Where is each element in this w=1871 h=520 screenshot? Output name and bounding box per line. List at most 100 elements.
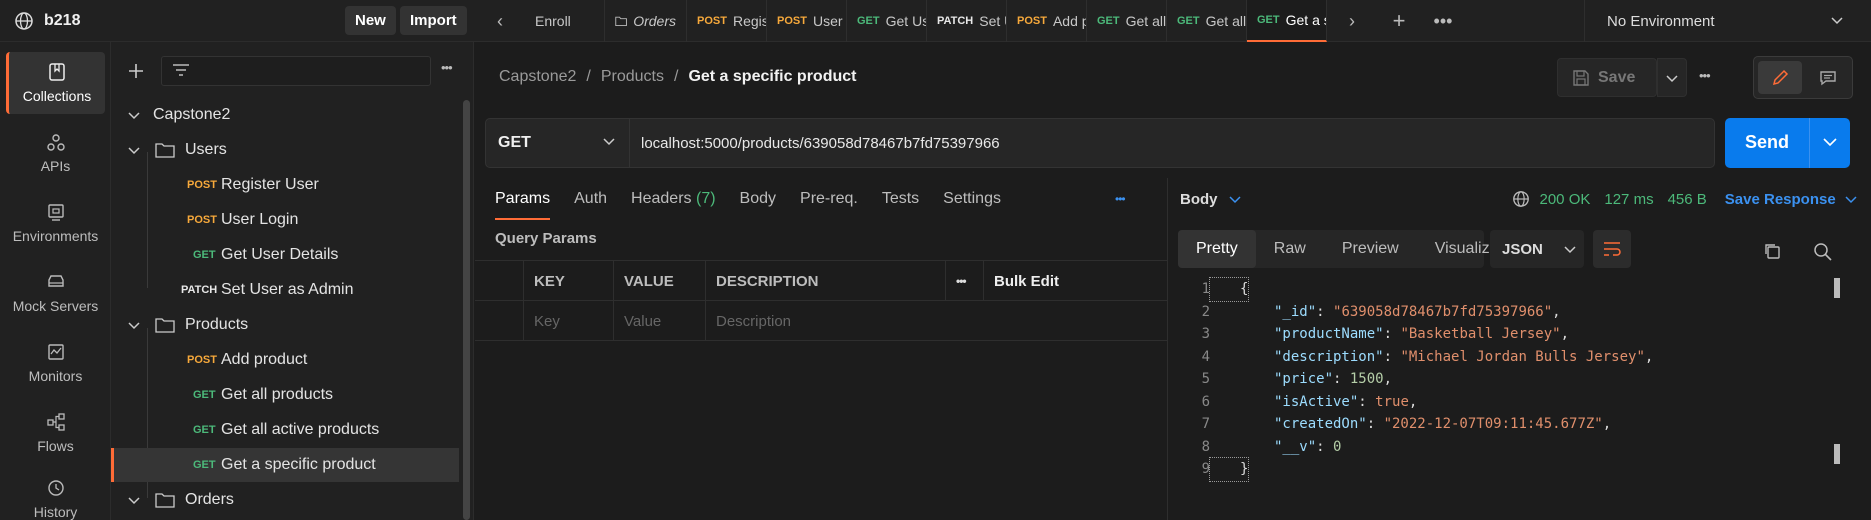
monitors-icon	[47, 344, 64, 360]
save-options-button[interactable]	[1657, 58, 1687, 97]
more-request-options-icon[interactable]: •••	[1115, 192, 1126, 206]
code-content: "productName": "Basketball Jersey",	[1274, 326, 1570, 342]
response-scrollbar-top[interactable]	[1834, 278, 1840, 298]
description-input[interactable]: Description	[705, 301, 1167, 341]
new-button[interactable]: New	[345, 6, 396, 35]
sidebar-scrollbar[interactable]	[463, 100, 470, 520]
request-method: GET	[193, 459, 216, 471]
new-tab-icon[interactable]: +	[1377, 0, 1421, 42]
request-method: GET	[193, 249, 216, 261]
tab-get-all-active[interactable]: GET Get all	[1167, 0, 1247, 42]
status-code: 200 OK	[1539, 190, 1591, 208]
breadcrumb-folder[interactable]: Products	[601, 68, 664, 86]
code-line: 9}	[1180, 457, 1860, 482]
tree-request[interactable]: GET Get all products	[111, 378, 459, 412]
tab-label: Set U	[979, 13, 1006, 29]
url-input[interactable]	[641, 119, 1701, 167]
tab-get-user[interactable]: GET Get Us	[847, 0, 927, 42]
edit-mode-button[interactable]	[1758, 61, 1802, 94]
more-options-icon[interactable]: •••	[1699, 68, 1711, 83]
line-number: 7	[1201, 416, 1210, 432]
tab-scroll-left-icon[interactable]: ‹	[475, 0, 525, 42]
plus-icon[interactable]	[127, 62, 145, 80]
tab-register[interactable]: POST Regis	[687, 0, 767, 42]
filter-input[interactable]	[161, 56, 431, 86]
send-button[interactable]: Send	[1725, 118, 1850, 168]
workspace-switcher[interactable]: b218	[14, 11, 80, 31]
save-button[interactable]: Save	[1557, 58, 1657, 97]
tree-folder-products[interactable]: Products	[111, 308, 459, 342]
tab-user-login[interactable]: POST User l	[767, 0, 847, 42]
tab-add-product[interactable]: POST Add p	[1007, 0, 1087, 42]
environment-selector[interactable]: No Environment	[1584, 0, 1871, 42]
tab-params[interactable]: Params	[495, 190, 551, 220]
tab-method: POST	[1017, 15, 1047, 27]
key-input[interactable]: Key	[523, 301, 613, 341]
import-button[interactable]: Import	[400, 6, 467, 35]
breadcrumb-collection[interactable]: Capstone2	[499, 68, 576, 86]
response-section-label[interactable]: Body	[1180, 191, 1218, 208]
table-header-row: KEY VALUE DESCRIPTION ••• Bulk Edit	[475, 261, 1167, 301]
chevron-down-icon[interactable]	[1228, 192, 1242, 206]
column-options-icon[interactable]: •••	[945, 261, 983, 301]
chevron-down-icon[interactable]	[1821, 133, 1839, 151]
query-params-title: Query Params	[495, 230, 597, 247]
rail-environments[interactable]: Environments	[6, 192, 105, 254]
more-tabs-icon[interactable]: •••	[1421, 0, 1465, 42]
breadcrumb-separator: /	[673, 68, 679, 85]
tab-pretty[interactable]: Pretty	[1178, 230, 1256, 268]
response-scrollbar-bottom[interactable]	[1834, 444, 1840, 464]
rail-monitors[interactable]: Monitors	[6, 332, 105, 394]
table-row: Key Value Description	[475, 301, 1167, 341]
code-line: 8 "__v": 0	[1180, 436, 1860, 459]
save-icon	[1573, 69, 1589, 86]
tab-body[interactable]: Body	[740, 190, 776, 220]
tab-set-user[interactable]: PATCH Set U	[927, 0, 1007, 42]
tree-request[interactable]: PATCH Set User as Admin	[111, 273, 459, 307]
tab-prereq[interactable]: Pre-req.	[800, 190, 858, 220]
tab-tests[interactable]: Tests	[882, 190, 919, 220]
tab-get-all[interactable]: GET Get all	[1087, 0, 1167, 42]
chevron-down-icon[interactable]	[1844, 192, 1858, 206]
value-input[interactable]: Value	[613, 301, 705, 341]
format-select[interactable]: JSON	[1490, 230, 1584, 268]
tree-request[interactable]: GET Get User Details	[111, 238, 459, 272]
tab-headers[interactable]: Headers (7)	[631, 190, 716, 220]
tree-collection[interactable]: Capstone2	[111, 98, 459, 132]
rail-collections[interactable]: Collections	[6, 52, 105, 114]
chevron-down-icon	[128, 322, 140, 330]
tab-settings[interactable]: Settings	[943, 190, 1001, 220]
tree-request[interactable]: POST User Login	[111, 203, 459, 237]
tab-raw[interactable]: Raw	[1256, 230, 1324, 268]
tab-method: POST	[777, 15, 807, 27]
more-options-icon[interactable]: •••	[441, 60, 453, 75]
tree-folder-orders[interactable]: Orders	[111, 483, 459, 517]
rail-history[interactable]: History	[6, 472, 105, 520]
tree-request-selected[interactable]: GET Get a specific product	[111, 448, 459, 482]
tab-scroll-right-icon[interactable]: ›	[1327, 0, 1377, 42]
bulk-edit-button[interactable]: Bulk Edit	[983, 261, 1167, 301]
workspace-name: b218	[44, 12, 81, 29]
comments-button[interactable]	[1806, 61, 1850, 94]
tab-enroll[interactable]: Enroll	[525, 0, 605, 42]
response-header: Body 200 OK 127 ms 456 B Save Response	[1180, 190, 1860, 208]
tree-request[interactable]: POST Add product	[111, 343, 459, 377]
tab-auth[interactable]: Auth	[574, 190, 607, 220]
wrap-lines-button[interactable]	[1593, 230, 1631, 268]
rail-mock-servers[interactable]: Mock Servers	[6, 262, 105, 324]
tree-folder-users[interactable]: Users	[111, 133, 459, 167]
tab-orders[interactable]: Orders	[605, 0, 687, 42]
copy-icon[interactable]	[1763, 242, 1781, 260]
search-icon[interactable]	[1813, 242, 1833, 262]
tree-request[interactable]: POST Register User	[111, 168, 459, 202]
rail-apis[interactable]: APIs	[6, 122, 105, 184]
json-key: "createdOn"	[1274, 416, 1367, 432]
request-method: POST	[187, 179, 217, 191]
tab-get-specific[interactable]: GET Get a s	[1247, 0, 1327, 42]
save-response-button[interactable]: Save Response	[1725, 191, 1836, 208]
method-select[interactable]: GET	[486, 119, 630, 167]
collections-sidebar: ••• Capstone2 Users POST Register User P…	[111, 42, 474, 520]
rail-flows[interactable]: Flows	[6, 402, 105, 464]
tab-preview[interactable]: Preview	[1324, 230, 1417, 268]
tree-request[interactable]: GET Get all active products	[111, 413, 459, 447]
